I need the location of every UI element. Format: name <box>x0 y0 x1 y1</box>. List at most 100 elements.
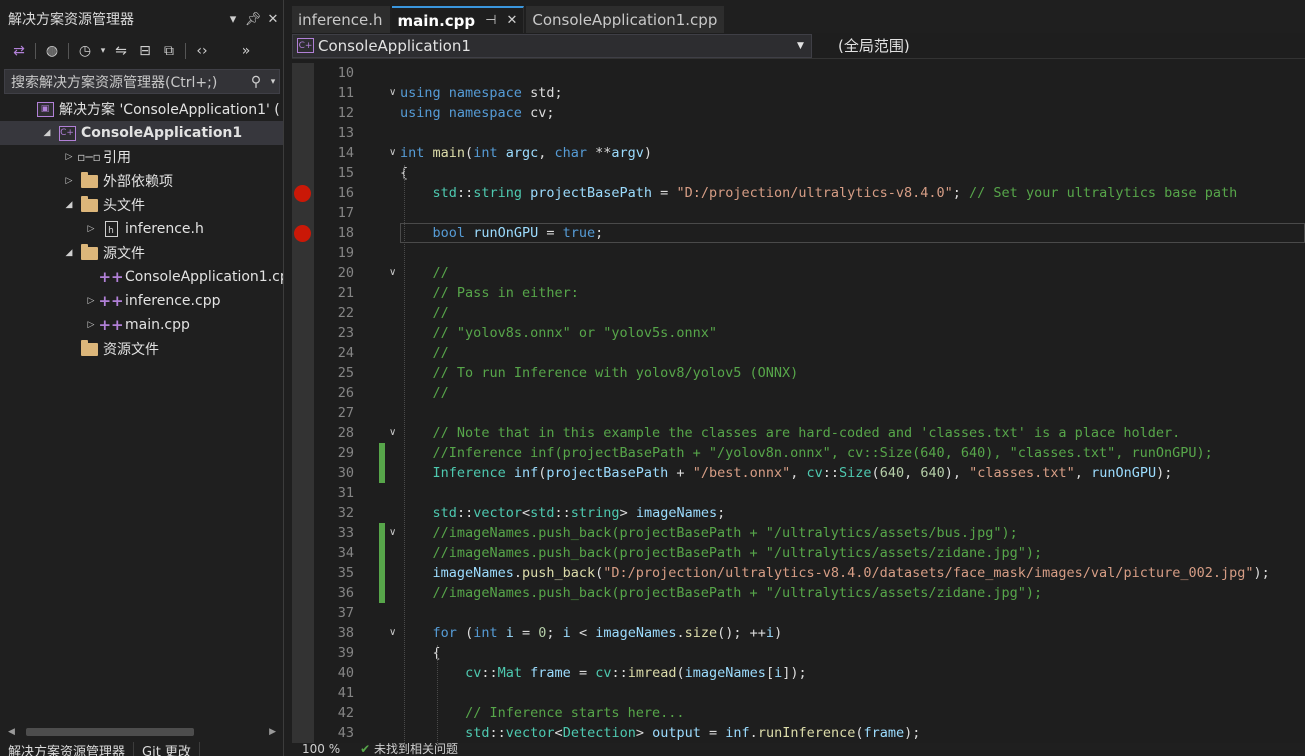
code-line[interactable]: 32 std::vector<std::string> imageNames; <box>292 503 1305 523</box>
solution-icon: ▣ <box>36 100 54 118</box>
code-token: i <box>765 625 775 641</box>
scrollbar-thumb[interactable] <box>26 728 194 736</box>
code-line[interactable]: 24 // <box>292 343 1305 363</box>
code-line[interactable]: 16 std::string projectBasePath = "D:/proj… <box>292 183 1305 203</box>
code-line[interactable]: 12 using namespace cv; <box>292 103 1305 123</box>
horizontal-scrollbar[interactable]: ◀ ▶ <box>6 724 278 740</box>
tree-item[interactable]: 资源文件 <box>0 337 283 361</box>
code-token: using <box>400 105 441 121</box>
chevron-down-icon[interactable]: ▼ <box>797 41 811 51</box>
code-line[interactable]: 43 std::vector<Detection> output = inf.ru… <box>292 723 1305 743</box>
collapsed-arrow-icon[interactable]: ▷ <box>62 150 76 164</box>
code-line[interactable]: 10 <box>292 63 1305 83</box>
code-line[interactable]: 27 <box>292 403 1305 423</box>
show-all-files-icon[interactable]: ⧉ <box>158 40 180 62</box>
tree-item[interactable]: ▷ ▫─▫ 引用 <box>0 145 283 169</box>
search-options-chevron-icon[interactable]: ▾ <box>267 77 279 87</box>
code-token: // Set your ultralytics base path <box>969 185 1238 201</box>
line-number: 28 <box>337 425 354 441</box>
fold-toggle-icon[interactable]: ∨ <box>389 523 401 543</box>
toolbar-overflow-icon[interactable]: » <box>235 40 257 62</box>
tree-item[interactable]: ▷ h inference.h <box>0 217 283 241</box>
code-line[interactable]: 22 // <box>292 303 1305 323</box>
code-line[interactable]: 14 ∨ int main(int argc, char **argv) <box>292 143 1305 163</box>
code-line[interactable]: 20 ∨ // <box>292 263 1305 283</box>
code-line[interactable]: 38 ∨ for (int i = 0; i < imageNames.size()… <box>292 623 1305 643</box>
filter-dropdown-icon[interactable]: ▾ <box>98 40 108 62</box>
collapse-all-icon[interactable]: ⊟ <box>134 40 156 62</box>
collapsed-arrow-icon[interactable]: ▷ <box>84 294 98 308</box>
expanded-arrow-icon[interactable]: ◢ <box>62 198 76 212</box>
code-line[interactable]: 41 <box>292 683 1305 703</box>
code-line[interactable]: 15{ <box>292 163 1305 183</box>
code-line[interactable]: 36 //imageNames.push_back(projectBasePath… <box>292 583 1305 603</box>
code-line[interactable]: 25 // To run Inference with yolov8/yolov5… <box>292 363 1305 383</box>
home-globe-icon[interactable]: ◍ <box>41 40 63 62</box>
code-line[interactable]: 33 ∨ //imageNames.push_back(projectBasePat… <box>292 523 1305 543</box>
tab-solution-explorer[interactable]: 解决方案资源管理器 <box>0 742 135 756</box>
code-line[interactable]: 21 // Pass in either: <box>292 283 1305 303</box>
scroll-right-arrow-icon[interactable]: ▶ <box>269 727 276 737</box>
tree-item[interactable]: ◢ 源文件 <box>0 241 283 265</box>
code-line[interactable]: 17 <box>292 203 1305 223</box>
code-line[interactable]: 11 ∨ using namespace std; <box>292 83 1305 103</box>
code-line[interactable]: 40 cv::Mat frame = cv::imread(imageNames[… <box>292 663 1305 683</box>
tree-item[interactable]: ▷ ++ main.cpp <box>0 313 283 337</box>
code-line[interactable]: 35 imageNames.push_back("D:/projection/ul… <box>292 563 1305 583</box>
tab-inference-h[interactable]: inference.h <box>292 6 390 33</box>
sync-with-active-document-icon[interactable]: ⇋ <box>110 40 132 62</box>
code-line[interactable]: 34 //imageNames.push_back(projectBasePath… <box>292 543 1305 563</box>
pin-tab-icon[interactable]: ⊣ <box>485 13 496 28</box>
window-menu-chevron-icon[interactable]: ▾ <box>223 12 243 27</box>
breakpoint-icon[interactable] <box>294 225 311 242</box>
breakpoint-icon[interactable] <box>294 185 311 202</box>
code-line[interactable]: 30 Inference inf (projectBasePath + "/best… <box>292 463 1305 483</box>
code-token: imread <box>627 665 677 681</box>
code-line[interactable]: 23 // "yolov8s.onnx" or "yolov5s.onnx" <box>292 323 1305 343</box>
pending-changes-filter-icon[interactable]: ◷ <box>74 40 96 62</box>
code-line[interactable]: 29 //Inference inf(projectBasePath + "/yo… <box>292 443 1305 463</box>
tree-item[interactable]: ◢ C+ ConsoleApplication1 <box>0 121 283 145</box>
tree-item[interactable]: ◢ 头文件 <box>0 193 283 217</box>
expanded-arrow-icon[interactable]: ◢ <box>62 246 76 260</box>
fold-toggle-icon[interactable]: ∨ <box>389 623 401 643</box>
code-line[interactable]: 19 <box>292 243 1305 263</box>
tab-git-changes[interactable]: Git 更改 <box>134 742 200 756</box>
tab-consoleapplication1-cpp[interactable]: ConsoleApplication1.cpp <box>526 6 725 33</box>
tree-item[interactable]: ▣ 解决方案 'ConsoleApplication1' ( <box>0 97 283 121</box>
close-icon[interactable]: ✕ <box>263 12 283 27</box>
code-line[interactable]: 31 <box>292 483 1305 503</box>
code-line[interactable]: 18 bool runOnGPU = true; <box>292 223 1305 243</box>
tab-main-cpp[interactable]: main.cpp ⊣ ✕ <box>391 6 525 33</box>
issues-status-text: 未找到相关问题 <box>374 743 459 756</box>
fold-toggle-icon[interactable]: ∨ <box>389 423 401 443</box>
zoom-level[interactable]: 100 % <box>292 743 350 756</box>
code-area[interactable]: 10 11 ∨ using namespace std; 12 using namespa… <box>292 63 1305 743</box>
code-line[interactable]: 42 // Inference starts here... <box>292 703 1305 723</box>
project-dropdown[interactable]: C+ ConsoleApplication1 ▼ <box>292 33 812 58</box>
collapsed-arrow-icon[interactable]: ▷ <box>84 222 98 236</box>
tree-item[interactable]: ▷ 外部依赖项 <box>0 169 283 193</box>
code-line[interactable]: 26 // <box>292 383 1305 403</box>
close-tab-icon[interactable]: ✕ <box>506 13 517 28</box>
code-line[interactable]: 37 <box>292 603 1305 623</box>
scope-dropdown[interactable]: (全局范围) <box>812 34 910 58</box>
pin-icon[interactable]: 📌︎ <box>243 12 263 27</box>
code-token: output <box>652 725 701 741</box>
collapsed-arrow-icon[interactable]: ▷ <box>62 174 76 188</box>
tree-item[interactable]: ▷ ++ inference.cpp <box>0 289 283 313</box>
switch-views-icon[interactable]: ⇄ <box>8 40 30 62</box>
fold-toggle-icon[interactable]: ∨ <box>389 263 401 283</box>
code-line[interactable]: 28 ∨ // Note that in this example the clas… <box>292 423 1305 443</box>
tree-item[interactable]: ++ ConsoleApplication1.cp <box>0 265 283 289</box>
expanded-arrow-icon[interactable]: ◢ <box>40 126 54 140</box>
code-token: ); <box>904 725 921 741</box>
issues-status[interactable]: ✔ 未找到相关问题 <box>350 743 468 756</box>
code-line[interactable]: 13 <box>292 123 1305 143</box>
code-view-icon[interactable]: ‹› <box>191 40 213 62</box>
search-icon[interactable]: ⚲ <box>245 74 267 90</box>
solution-search-box[interactable]: 搜索解决方案资源管理器(Ctrl+;) ⚲ ▾ <box>4 69 280 94</box>
code-line[interactable]: 39{ <box>292 643 1305 663</box>
scroll-left-arrow-icon[interactable]: ◀ <box>8 727 15 737</box>
collapsed-arrow-icon[interactable]: ▷ <box>84 318 98 332</box>
